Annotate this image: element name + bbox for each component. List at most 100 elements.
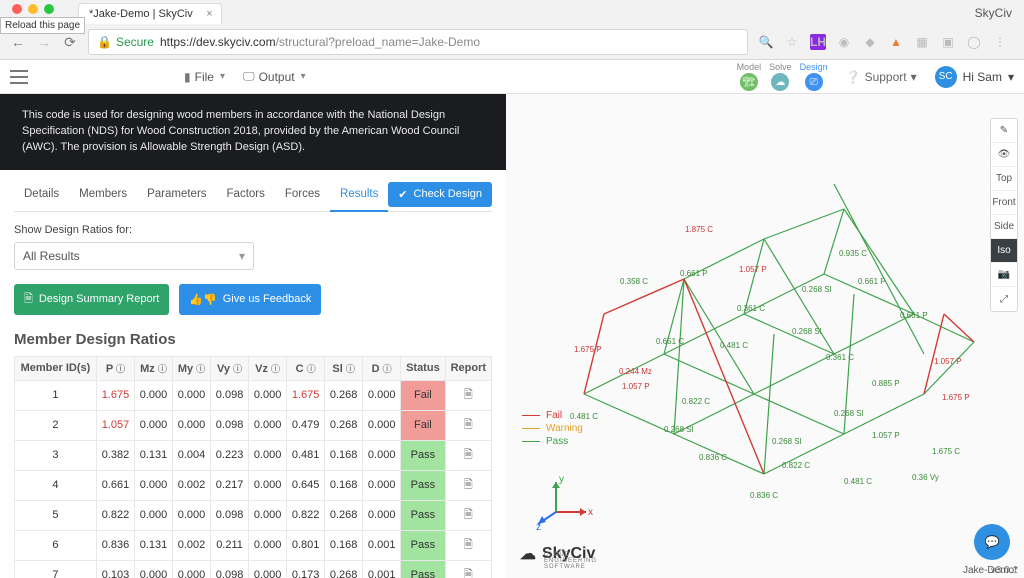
col-header: Vy ⓘ [211,356,249,380]
chrome-menu-icon[interactable]: ⋮ [992,34,1008,50]
design-summary-button[interactable]: 🗎 Design Summary Report [14,284,169,315]
svg-text:0.885 P: 0.885 P [872,379,900,388]
search-omnibox-icon[interactable]: 🔍 [758,34,774,50]
view-top[interactable]: Top [991,167,1017,191]
close-icon[interactable]: × [206,8,212,20]
svg-text:0.361 C: 0.361 C [737,304,765,313]
address-bar[interactable]: 🔒 Secure https://dev.skyciv.com/structur… [88,29,748,55]
view-iso[interactable]: Iso [991,239,1017,263]
phase-design[interactable]: Design⎚ [800,62,828,91]
check-design-button[interactable]: ✔ Check Design [388,182,492,207]
table-row: 11.6750.0000.0000.0980.0001.6750.2680.00… [15,380,492,410]
report-icon[interactable]: 🗎 [464,509,473,521]
svg-text:z: z [536,522,541,532]
view-front[interactable]: Front [991,191,1017,215]
svg-text:0.651 C: 0.651 C [656,337,684,346]
chrome-extensions: 🔍 ☆ LH ◉ ◆ ▲ ▦ ▣ ◯ ⋮ [758,34,1014,50]
report-icon[interactable]: 🗎 [464,479,473,491]
eye-icon[interactable]: 👁 [991,143,1017,167]
fullscreen-icon[interactable]: ⤢ [991,287,1017,311]
phase-model[interactable]: Model🏗 [737,62,762,91]
reload-tooltip: Reload this page [0,17,85,34]
svg-text:y: y [559,474,564,485]
col-header: P ⓘ [96,356,134,380]
ext-icon[interactable]: ◉ [836,34,852,50]
filter-label: Show Design Ratios for: [14,224,492,236]
output-menu[interactable]: Output [243,69,306,84]
ext-icon[interactable]: ◆ [862,34,878,50]
code-description: This code is used for designing wood mem… [0,94,506,170]
svg-text:0.481 C: 0.481 C [720,341,748,350]
col-header: Sl ⓘ [325,356,363,380]
skyciv-logo: ☁ SkyCiv CLOUD ENGINEERING SOFTWARE [520,544,595,564]
report-icon[interactable]: 🗎 [464,389,473,401]
ext-icon[interactable]: ▲ [888,34,904,50]
feedback-button[interactable]: 👍👎 Give us Feedback [179,284,321,315]
report-icon[interactable]: 🗎 [464,539,473,551]
window-controls [2,4,64,14]
col-header: My ⓘ [173,356,211,380]
hamburger-icon[interactable] [10,70,28,84]
view-side[interactable]: Side [991,215,1017,239]
table-row: 21.0570.0000.0000.0980.0000.4790.2680.00… [15,410,492,440]
svg-text:1.057 P: 1.057 P [622,382,650,391]
phase-solve[interactable]: Solve☁ [769,62,792,91]
svg-text:0.836 C: 0.836 C [699,453,727,462]
ext-icon[interactable]: ▦ [914,34,930,50]
svg-text:0.836 C: 0.836 C [750,491,778,500]
forward-icon[interactable]: → [36,34,52,50]
col-header: Report [445,356,491,380]
ext-icon[interactable]: ◯ [966,34,982,50]
star-icon[interactable]: ☆ [784,34,800,50]
col-header: Mz ⓘ [134,356,172,380]
ext-lh-icon[interactable]: LH [810,34,826,50]
secure-badge: 🔒 Secure [97,35,154,49]
report-icon[interactable]: 🗎 [464,419,473,431]
intercom-button[interactable]: 💬 [974,524,1010,560]
report-icon[interactable]: 🗎 [464,449,473,461]
tab-factors[interactable]: Factors [217,178,275,210]
svg-text:0.244 Mz: 0.244 Mz [619,367,652,376]
back-icon[interactable]: ← [10,34,26,50]
app-bar: File Output Model🏗 Solve☁ Design⎚ ❔ Supp… [0,60,1024,94]
avatar: SC [935,66,957,88]
col-header: Status [401,356,445,380]
svg-text:0.361 C: 0.361 C [826,353,854,362]
camera-icon[interactable]: 📷 [991,263,1017,287]
tab-results[interactable]: Results [330,178,388,212]
user-menu[interactable]: SC Hi Sam ▾ [935,66,1014,88]
svg-text:0.358 C: 0.358 C [620,277,648,286]
tab-details[interactable]: Details [14,178,69,210]
browser-tab[interactable]: *Jake-Demo | SkyCiv × [78,3,222,24]
reload-icon[interactable]: ⟳ [62,34,78,51]
ratio-filter-dropdown[interactable]: All Results [14,242,254,270]
url: https://dev.skyciv.com/structural?preloa… [160,35,480,49]
svg-text:1.675 P: 1.675 P [942,393,970,402]
svg-text:0.661 P: 0.661 P [680,269,708,278]
ratios-table: Member ID(s)P ⓘMz ⓘMy ⓘVy ⓘVz ⓘC ⓘSl ⓘD … [14,356,492,578]
viewport-3d[interactable]: ✎👁TopFrontSideIso📷⤢ [506,94,1024,578]
support-menu[interactable]: ❔ Support ▾ [846,70,917,84]
svg-text:0.822 C: 0.822 C [782,461,810,470]
view-tools: ✎👁TopFrontSideIso📷⤢ [990,118,1018,312]
svg-text:0.661 P: 0.661 P [900,311,928,320]
pencil-icon[interactable]: ✎ [991,119,1017,143]
svg-text:0.268 Sl: 0.268 Sl [834,409,864,418]
file-menu[interactable]: File [184,70,225,84]
svg-text:1.875 C: 1.875 C [685,225,713,234]
table-row: 70.1030.0000.0000.0980.0000.1730.2680.00… [15,560,492,578]
svg-text:0.268 Sl: 0.268 Sl [792,327,822,336]
svg-text:x: x [588,507,593,518]
svg-text:0.481 C: 0.481 C [844,477,872,486]
model-name-label: Jake-Demo* [963,565,1018,576]
tab-members[interactable]: Members [69,178,137,210]
svg-text:0.268 Sl: 0.268 Sl [802,285,832,294]
ext-icon[interactable]: ▣ [940,34,956,50]
svg-text:1.057 P: 1.057 P [872,431,900,440]
tab-forces[interactable]: Forces [275,178,330,210]
report-icon[interactable]: 🗎 [464,569,473,578]
tab-parameters[interactable]: Parameters [137,178,216,210]
svg-text:0.268 Sl: 0.268 Sl [664,425,694,434]
svg-text:1.675 C: 1.675 C [932,447,960,456]
svg-text:1.057 P: 1.057 P [739,265,767,274]
